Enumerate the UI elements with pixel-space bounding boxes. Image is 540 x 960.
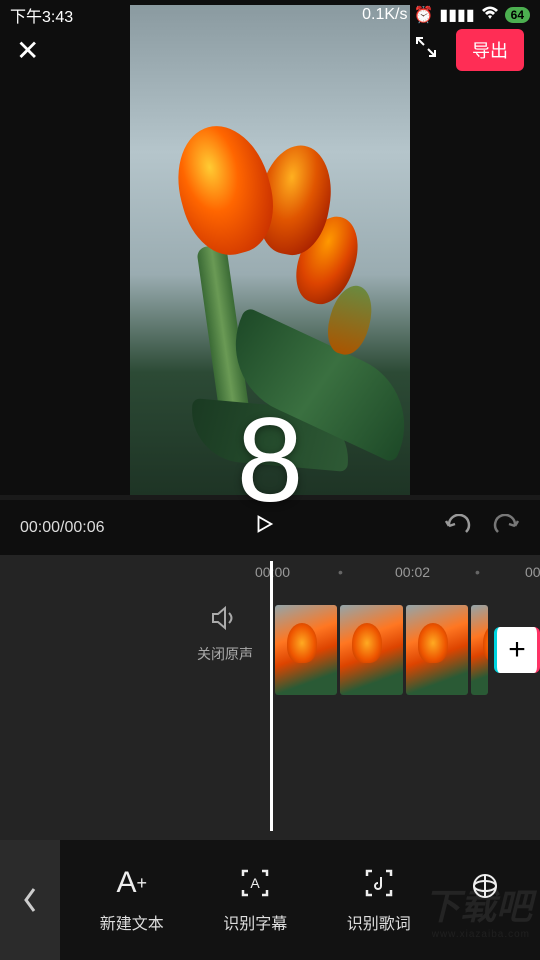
countdown-overlay: 8 bbox=[237, 391, 304, 529]
battery-indicator: 64 bbox=[505, 7, 530, 23]
new-text-tool[interactable]: A+ 新建文本 bbox=[100, 866, 164, 934]
add-clip-button[interactable]: + bbox=[494, 627, 540, 673]
watermark-url: www.xiazaiba.com bbox=[432, 929, 530, 940]
net-speed: 0.1K/s bbox=[362, 6, 407, 24]
timeline[interactable]: 00:00 • 00:02 • 00 关闭原声 + bbox=[0, 555, 540, 840]
subtitle-tool[interactable]: A 识别字幕 bbox=[223, 866, 287, 934]
ruler-dot: • bbox=[338, 564, 343, 580]
signal-icon: ▮▮▮▮ bbox=[439, 5, 474, 25]
svg-text:A: A bbox=[251, 875, 261, 891]
text-plus-icon: A+ bbox=[116, 866, 147, 900]
clock: 下午3:43 bbox=[10, 3, 73, 27]
extra-tool[interactable] bbox=[470, 869, 500, 931]
lyrics-scan-icon bbox=[363, 866, 395, 900]
ruler-dot: • bbox=[475, 564, 480, 580]
back-button[interactable] bbox=[0, 840, 60, 960]
undo-button[interactable] bbox=[444, 512, 472, 543]
mute-label: 关闭原声 bbox=[190, 644, 260, 664]
video-clip-thumb[interactable] bbox=[340, 605, 402, 695]
fullscreen-button[interactable] bbox=[414, 35, 438, 65]
status-bar: 下午3:43 0.1K/s ⏰ ▮▮▮▮ 64 bbox=[0, 0, 540, 30]
sphere-icon bbox=[470, 869, 500, 903]
top-controls: ✕ 导出 bbox=[0, 30, 540, 70]
redo-button[interactable] bbox=[492, 512, 520, 543]
playhead[interactable] bbox=[270, 561, 273, 831]
time-display: 00:00/00:06 bbox=[20, 519, 105, 537]
mute-audio-toggle[interactable]: 关闭原声 bbox=[190, 605, 260, 664]
close-button[interactable]: ✕ bbox=[16, 34, 39, 67]
ruler-mark: 00 bbox=[525, 564, 540, 580]
speaker-icon bbox=[190, 605, 260, 638]
lyrics-tool[interactable]: 识别歌词 bbox=[347, 866, 411, 934]
clip-track[interactable]: + bbox=[275, 605, 540, 695]
bottom-toolbar: A+ 新建文本 A 识别字幕 识别歌词 下载吧 www.xiazaiba.com bbox=[0, 840, 540, 960]
tool-label: 新建文本 bbox=[100, 910, 164, 934]
video-clip-thumb[interactable] bbox=[406, 605, 468, 695]
ruler-mark: 00:02 bbox=[395, 564, 430, 580]
tool-label: 识别字幕 bbox=[223, 910, 287, 934]
subtitle-scan-icon: A bbox=[239, 866, 271, 900]
alarm-icon: ⏰ bbox=[414, 5, 434, 25]
video-clip-thumb[interactable] bbox=[471, 605, 488, 695]
video-clip-thumb[interactable] bbox=[275, 605, 337, 695]
wifi-icon bbox=[481, 6, 499, 25]
tool-label: 识别歌词 bbox=[347, 910, 411, 934]
export-button[interactable]: 导出 bbox=[456, 29, 524, 71]
